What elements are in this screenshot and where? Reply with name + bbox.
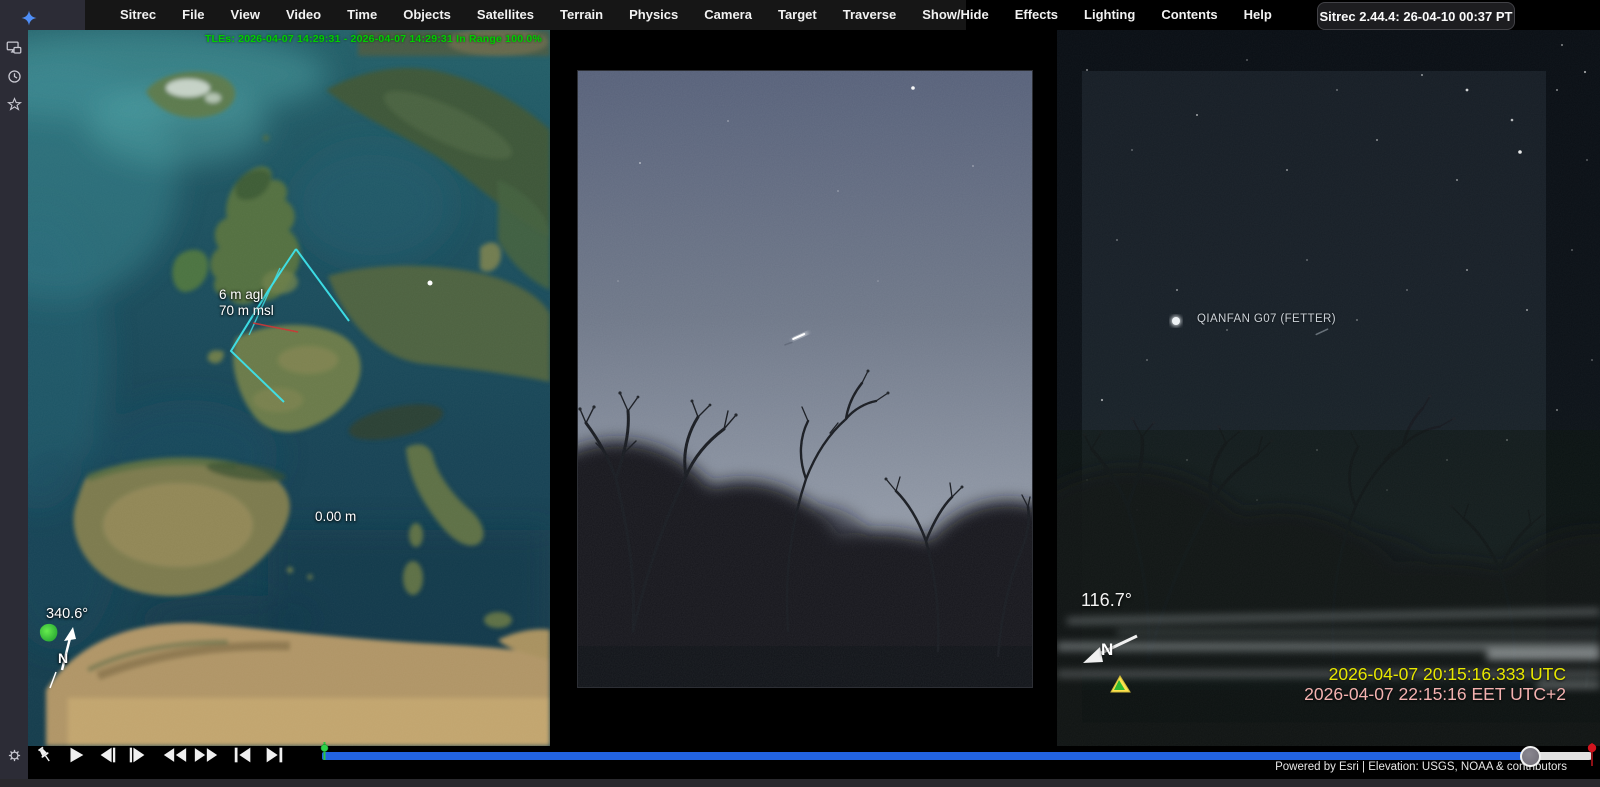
pin-button[interactable] (33, 744, 57, 766)
look-view-panel[interactable]: QIANFAN G07 (FETTER) 116.7° N 2026-04-07… (1057, 30, 1600, 746)
timeline-end-marker[interactable] (1583, 739, 1600, 769)
menu-item-view[interactable]: View (218, 0, 273, 30)
timeline-scrubber-track[interactable] (322, 752, 1593, 760)
look-north-label: N (1101, 640, 1113, 660)
measure-label: 0.00 m (315, 509, 356, 524)
time-utc-readout: 2026-04-07 20:15:16.333 UTC (1329, 664, 1566, 685)
sitrec-app-window: Sitrec File View Video Time Objects Sate… (0, 0, 1600, 787)
video-frame[interactable] (578, 71, 1032, 687)
star-icon[interactable] (4, 94, 24, 114)
menu-item-terrain[interactable]: Terrain (547, 0, 616, 30)
fast-forward-button[interactable] (194, 744, 218, 766)
menu-item-time[interactable]: Time (334, 0, 390, 30)
playback-controls (33, 744, 286, 766)
window-bottom-edge (0, 779, 1600, 787)
version-label: Sitrec 2.44.4: 26-04-10 00:37 PT (1317, 2, 1515, 30)
menu-item-lighting[interactable]: Lighting (1071, 0, 1148, 30)
topbar-corner (0, 0, 85, 30)
look-heading-readout: 116.7° (1081, 590, 1132, 611)
jump-to-start-button[interactable] (231, 744, 255, 766)
menu-item-contents[interactable]: Contents (1148, 0, 1230, 30)
menu-bar: Sitrec File View Video Time Objects Sate… (0, 0, 1600, 30)
tle-status-text: TLEs: 2026-04-07 14:29:31 - 2026-04-07 1… (205, 33, 542, 45)
menu-item-objects[interactable]: Objects (390, 0, 464, 30)
map-north-label: N (58, 650, 68, 666)
clock-icon[interactable] (4, 66, 24, 86)
main-menu: Sitrec File View Video Time Objects Sate… (85, 0, 966, 30)
timeline-progress (322, 752, 1522, 760)
play-button[interactable] (64, 744, 88, 766)
menu-item-target[interactable]: Target (765, 0, 830, 30)
timeline-thumb[interactable] (1520, 746, 1541, 767)
menu-item-traverse[interactable]: Traverse (830, 0, 910, 30)
fast-rewind-button[interactable] (163, 744, 187, 766)
display-icon[interactable] (4, 38, 24, 58)
altitude-label: 6 m agl 70 m msl (219, 287, 274, 319)
menu-item-file[interactable]: File (169, 0, 217, 30)
satellite-name-label: QIANFAN G07 (FETTER) (1197, 313, 1336, 325)
menu-item-camera[interactable]: Camera (691, 0, 765, 30)
sitrec-logo-sparkle-icon (20, 9, 38, 27)
time-local-readout: 2026-04-07 22:15:16 EET UTC+2 (1304, 684, 1566, 705)
map-view-panel[interactable]: TLEs: 2026-04-07 14:29:31 - 2026-04-07 1… (28, 30, 550, 746)
menu-item-satellites[interactable]: Satellites (464, 0, 547, 30)
previous-frame-button[interactable] (95, 744, 119, 766)
gear-icon[interactable] (4, 745, 24, 765)
map-heading-readout: 340.6° (46, 606, 88, 622)
menu-item-sitrec[interactable]: Sitrec (107, 0, 169, 30)
left-icon-rail (0, 30, 28, 779)
menu-item-help[interactable]: Help (1231, 0, 1285, 30)
video-view-panel[interactable] (550, 30, 1057, 746)
menu-item-physics[interactable]: Physics (616, 0, 691, 30)
timeline-start-marker[interactable] (315, 739, 333, 763)
next-frame-button[interactable] (126, 744, 150, 766)
menu-item-video[interactable]: Video (273, 0, 334, 30)
menu-item-show-hide[interactable]: Show/Hide (909, 0, 1001, 30)
jump-to-end-button[interactable] (262, 744, 286, 766)
menu-item-effects[interactable]: Effects (1002, 0, 1071, 30)
